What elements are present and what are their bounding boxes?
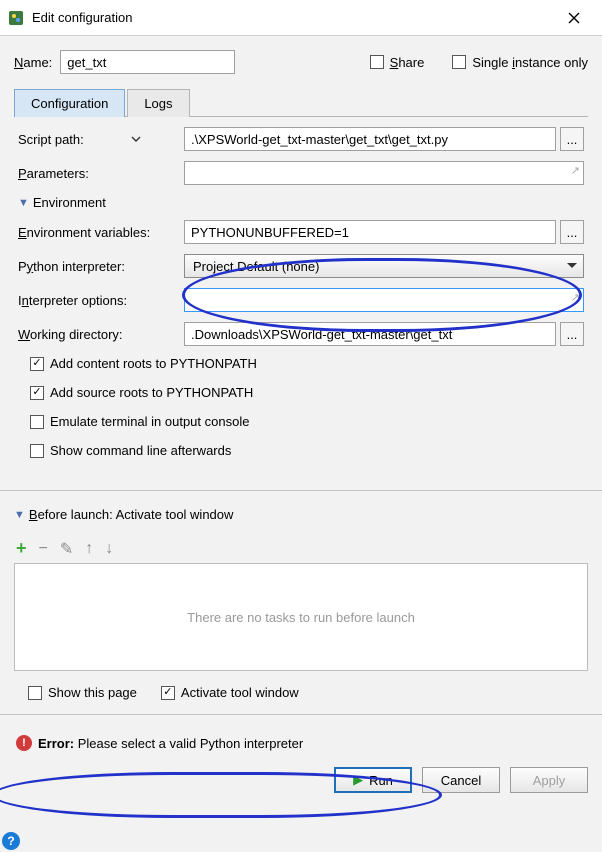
checkbox-box (28, 686, 42, 700)
checkbox-box (30, 415, 44, 429)
working-directory-input[interactable] (184, 322, 556, 346)
python-interpreter-select[interactable]: Project Default (none) (184, 254, 584, 278)
run-button[interactable]: ▶ Run (334, 767, 412, 793)
before-launch-label: Before launch: Activate tool window (29, 507, 234, 522)
remove-task-icon[interactable]: − (39, 540, 48, 558)
cancel-button[interactable]: Cancel (422, 767, 500, 793)
working-directory-label: Working directory: (18, 327, 178, 342)
show-cmdline-checkbox[interactable]: Show command line afterwards (30, 443, 584, 458)
interpreter-options-input[interactable] (184, 288, 584, 312)
script-path-label: Script path: (18, 132, 178, 147)
environment-section-label: Environment (33, 195, 106, 210)
checkbox-box (30, 357, 44, 371)
error-row: ! Error: Please select a valid Python in… (16, 735, 588, 751)
python-interpreter-value: Project Default (none) (193, 259, 319, 274)
error-text: Error: Please select a valid Python inte… (38, 736, 303, 751)
env-vars-input[interactable] (184, 220, 556, 244)
show-this-page-label: Show this page (48, 685, 137, 700)
share-label: Share (390, 55, 425, 70)
before-launch-toggle[interactable]: ▼ Before launch: Activate tool window (14, 507, 588, 522)
help-icon[interactable]: ? (2, 832, 20, 850)
expand-icon[interactable]: ↗ (571, 291, 580, 304)
working-directory-browse-button[interactable]: ... (560, 322, 584, 346)
script-path-dropdown-icon[interactable] (131, 132, 141, 147)
checkbox-box (161, 686, 175, 700)
edit-task-icon[interactable]: ✎ (60, 539, 73, 559)
add-task-icon[interactable]: + (16, 538, 27, 559)
triangle-down-icon: ▼ (14, 509, 25, 521)
add-source-roots-label: Add source roots to PYTHONPATH (50, 385, 253, 400)
add-source-roots-checkbox[interactable]: Add source roots to PYTHONPATH (30, 385, 584, 400)
share-checkbox[interactable]: Share (370, 55, 425, 70)
close-icon[interactable] (554, 2, 594, 34)
app-icon (8, 10, 24, 26)
expand-icon[interactable]: ↗ (571, 164, 580, 177)
error-icon: ! (16, 735, 32, 751)
emulate-terminal-label: Emulate terminal in output console (50, 414, 249, 429)
parameters-label: Parameters: (18, 166, 178, 181)
single-instance-checkbox[interactable]: Single instance only (452, 55, 588, 70)
before-launch-empty-text: There are no tasks to run before launch (187, 610, 415, 625)
window-title: Edit configuration (32, 10, 554, 25)
checkbox-box (452, 55, 466, 69)
run-button-label: Run (369, 773, 393, 788)
tab-logs[interactable]: Logs (127, 89, 189, 117)
move-up-icon[interactable]: ↑ (85, 540, 93, 558)
before-launch-tasks-list: There are no tasks to run before launch (14, 563, 588, 671)
play-icon: ▶ (353, 772, 363, 788)
env-vars-browse-button[interactable]: ... (560, 220, 584, 244)
tab-configuration[interactable]: Configuration (14, 89, 125, 117)
activate-tool-window-label: Activate tool window (181, 685, 299, 700)
environment-section-toggle[interactable]: ▼ Environment (18, 195, 584, 210)
apply-button: Apply (510, 767, 588, 793)
add-content-roots-checkbox[interactable]: Add content roots to PYTHONPATH (30, 356, 584, 371)
parameters-input[interactable] (184, 161, 584, 185)
python-interpreter-label: Python interpreter: (18, 259, 178, 274)
activate-tool-window-checkbox[interactable]: Activate tool window (161, 685, 299, 700)
name-label: Name: (14, 55, 52, 70)
checkbox-box (370, 55, 384, 69)
checkbox-box (30, 386, 44, 400)
move-down-icon[interactable]: ↓ (105, 540, 113, 558)
show-cmdline-label: Show command line afterwards (50, 443, 231, 458)
env-vars-label: Environment variables: (18, 225, 178, 240)
single-instance-label: Single instance only (472, 55, 588, 70)
add-content-roots-label: Add content roots to PYTHONPATH (50, 356, 257, 371)
emulate-terminal-checkbox[interactable]: Emulate terminal in output console (30, 414, 584, 429)
script-path-input[interactable] (184, 127, 556, 151)
interpreter-options-label: Interpreter options: (18, 293, 178, 308)
triangle-down-icon: ▼ (18, 197, 29, 209)
name-input[interactable] (60, 50, 235, 74)
script-path-browse-button[interactable]: ... (560, 127, 584, 151)
show-this-page-checkbox[interactable]: Show this page (28, 685, 137, 700)
checkbox-box (30, 444, 44, 458)
